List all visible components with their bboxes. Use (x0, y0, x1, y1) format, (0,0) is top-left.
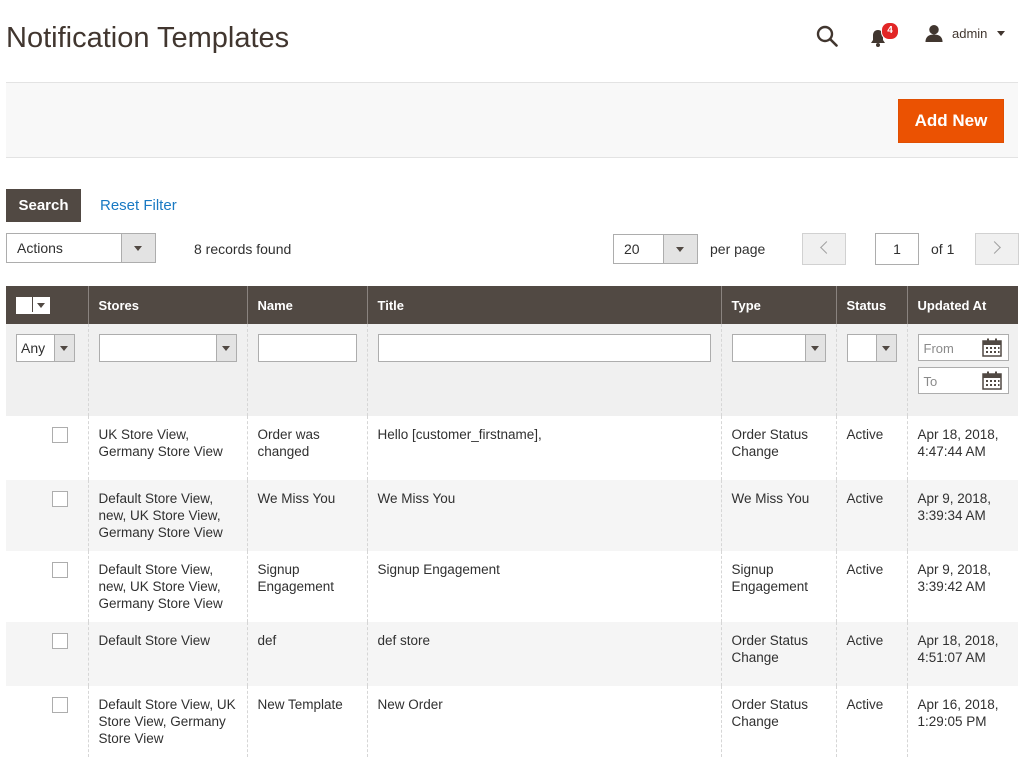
per-page-label: per page (710, 241, 766, 257)
cell-status: Active (835, 480, 907, 551)
cell-name: Order was changed (246, 416, 367, 480)
column-header-updated-at[interactable]: Updated At (906, 286, 1018, 324)
row-checkbox[interactable] (52, 562, 68, 578)
name-filter-input[interactable] (257, 334, 357, 362)
cell-type: Order Status Change (720, 416, 836, 480)
column-header-status[interactable]: Status (835, 286, 907, 324)
previous-page-button[interactable] (802, 233, 846, 265)
table-row[interactable]: Default Store View, new, UK Store View, … (6, 551, 1018, 622)
calendar-icon[interactable] (981, 338, 1002, 357)
cell-status: Active (835, 416, 907, 480)
mass-select-filter-value: Any (21, 340, 46, 356)
updated-from-placeholder: From (923, 341, 954, 356)
cell-title: We Miss You (366, 480, 721, 551)
cell-stores: Default Store View, UK Store View, Germa… (87, 686, 247, 757)
mass-actions-select[interactable]: Actions (6, 233, 156, 263)
column-header-name[interactable]: Name (246, 286, 367, 324)
updated-from-input[interactable]: From (917, 334, 1009, 361)
cell-title: def store (366, 622, 721, 686)
mass-select-checkbox[interactable] (16, 296, 50, 314)
records-found-count: 8 records found (194, 241, 292, 257)
stores-filter-select[interactable] (98, 334, 237, 362)
cell-type: Signup Engagement (720, 551, 836, 622)
type-filter-select[interactable] (731, 334, 826, 362)
row-checkbox[interactable] (52, 633, 68, 649)
chevron-down-icon (121, 234, 155, 262)
mass-select-header[interactable] (6, 286, 88, 324)
search-icon[interactable] (816, 25, 838, 47)
title-filter-input[interactable] (377, 334, 711, 362)
table-row[interactable]: UK Store View, Germany Store View Order … (6, 416, 1018, 480)
admin-username: admin (952, 26, 988, 41)
column-header-title[interactable]: Title (366, 286, 721, 324)
total-pages-label: of 1 (931, 241, 955, 257)
notifications-button[interactable]: 4 (868, 22, 899, 50)
mass-select-filter[interactable]: Any (16, 334, 75, 362)
page-title: Notification Templates (6, 22, 290, 54)
row-checkbox[interactable] (52, 697, 68, 713)
chevron-down-icon (215, 335, 236, 361)
row-checkbox[interactable] (52, 491, 68, 507)
chevron-down-icon (37, 302, 45, 308)
cell-name: We Miss You (246, 480, 367, 551)
cell-type: Order Status Change (720, 686, 836, 757)
chevron-down-icon (875, 335, 896, 361)
table-row[interactable]: Default Store View def def store Order S… (6, 622, 1018, 686)
chevron-right-icon (988, 241, 1001, 254)
next-page-button[interactable] (975, 233, 1019, 265)
mass-actions-value: Actions (17, 240, 63, 256)
cell-name: Signup Engagement (246, 551, 367, 622)
cell-stores: Default Store View, new, UK Store View, … (87, 480, 247, 551)
status-filter-select[interactable] (846, 334, 897, 362)
cell-type: Order Status Change (720, 622, 836, 686)
page-actions-bar: Add New (6, 82, 1018, 158)
per-page-value: 20 (624, 241, 640, 257)
cell-type: We Miss You (720, 480, 836, 551)
templates-grid: Stores Name Title Type Status Updated At… (6, 286, 1018, 757)
column-header-type[interactable]: Type (720, 286, 836, 324)
updated-to-input[interactable]: To (917, 367, 1009, 394)
table-row[interactable]: Default Store View, new, UK Store View, … (6, 480, 1018, 551)
admin-user-menu[interactable]: admin (924, 24, 1006, 43)
table-row[interactable]: Default Store View, UK Store View, Germa… (6, 686, 1018, 757)
chevron-down-icon (663, 235, 697, 263)
cell-stores: Default Store View (87, 622, 247, 686)
notification-count-badge: 4 (881, 22, 899, 40)
cell-updated-at: Apr 16, 2018, 1:29:05 PM (906, 686, 1018, 757)
cell-status: Active (835, 686, 907, 757)
cell-status: Active (835, 551, 907, 622)
cell-name: def (246, 622, 367, 686)
search-button[interactable]: Search (6, 189, 81, 222)
cell-stores: Default Store View, new, UK Store View, … (87, 551, 247, 622)
cell-updated-at: Apr 9, 2018, 3:39:42 AM (906, 551, 1018, 622)
cell-updated-at: Apr 9, 2018, 3:39:34 AM (906, 480, 1018, 551)
cell-title: Hello [customer_firstname], (366, 416, 721, 480)
cell-name: New Template (246, 686, 367, 757)
reset-filter-link[interactable]: Reset Filter (100, 197, 177, 214)
row-checkbox[interactable] (52, 427, 68, 443)
calendar-icon[interactable] (981, 371, 1002, 390)
current-page-input[interactable] (875, 233, 919, 265)
cell-title: New Order (366, 686, 721, 757)
add-new-button[interactable]: Add New (898, 99, 1004, 143)
cell-stores: UK Store View, Germany Store View (87, 416, 247, 480)
cell-status: Active (835, 622, 907, 686)
cell-updated-at: Apr 18, 2018, 4:51:07 AM (906, 622, 1018, 686)
updated-to-placeholder: To (923, 374, 938, 389)
chevron-down-icon (997, 31, 1006, 36)
chevron-down-icon (54, 335, 74, 361)
user-icon (925, 24, 943, 43)
filter-row: Any From To (6, 324, 1018, 416)
chevron-left-icon (820, 241, 833, 254)
chevron-down-icon (804, 335, 825, 361)
column-header-stores[interactable]: Stores (87, 286, 247, 324)
grid-header-row: Stores Name Title Type Status Updated At (6, 286, 1018, 324)
per-page-select[interactable]: 20 (613, 234, 698, 264)
cell-title: Signup Engagement (366, 551, 721, 622)
cell-updated-at: Apr 18, 2018, 4:47:44 AM (906, 416, 1018, 480)
